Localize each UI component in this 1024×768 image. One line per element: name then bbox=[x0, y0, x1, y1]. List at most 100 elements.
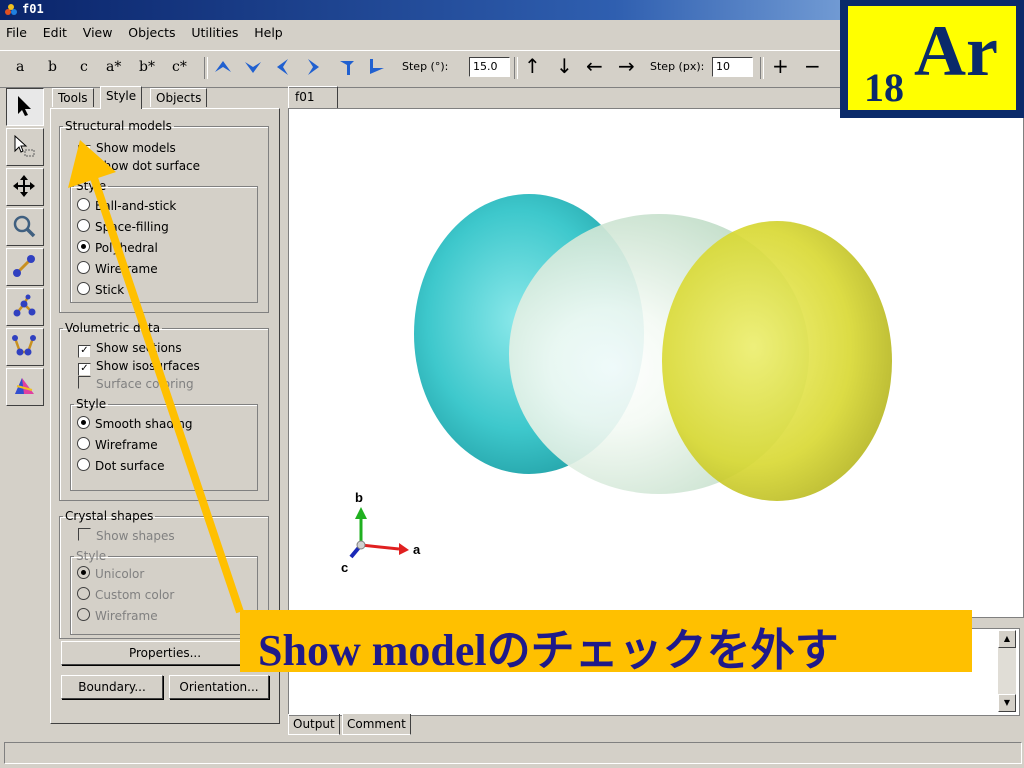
dihedral-tool[interactable] bbox=[6, 328, 44, 366]
axis-c-label: c bbox=[341, 560, 348, 575]
isosurface-render: a b c bbox=[341, 194, 892, 575]
magnify-tool[interactable] bbox=[6, 208, 44, 246]
caption-text: Show modelのチェックを外す bbox=[258, 626, 839, 675]
area-select-tool[interactable] bbox=[6, 128, 44, 166]
element-symbol: Ar bbox=[914, 11, 998, 91]
scroll-down-icon[interactable]: ▼ bbox=[998, 694, 1016, 712]
rotate-ccw-icon[interactable] bbox=[336, 56, 358, 78]
show-models-checkbox[interactable]: ✓ Show models bbox=[78, 139, 176, 158]
radio-wireframe[interactable]: Wireframe bbox=[77, 260, 158, 278]
rotate-cw-icon[interactable] bbox=[366, 56, 388, 78]
axis-b-label: b bbox=[355, 490, 363, 505]
menu-utilities[interactable]: Utilities bbox=[185, 22, 244, 40]
menu-file[interactable]: File bbox=[0, 22, 33, 40]
show-dot-surface-checkbox[interactable]: Show dot surface bbox=[78, 157, 200, 175]
translate-right-icon[interactable]: → bbox=[618, 54, 635, 78]
tab-f01[interactable]: f01 bbox=[288, 86, 338, 108]
rotate-right-icon[interactable] bbox=[302, 56, 324, 78]
structural-style-group: Style Ball-and-stick Space-filling Polyh… bbox=[70, 179, 258, 303]
pointer-icon bbox=[18, 96, 31, 116]
view-b-button[interactable]: b bbox=[48, 59, 57, 75]
dihedral-angle-icon bbox=[12, 335, 36, 356]
zoom-out-button[interactable]: − bbox=[804, 54, 821, 78]
radio-label: Stick bbox=[95, 283, 125, 297]
move-icon bbox=[13, 175, 35, 197]
volumetric-data-legend: Volumetric data bbox=[65, 321, 161, 335]
show-dot-surface-label: Show dot surface bbox=[96, 159, 201, 173]
radio-vol-wireframe[interactable]: Wireframe bbox=[77, 436, 158, 454]
radio-polyhedral[interactable]: Polyhedral bbox=[77, 239, 158, 257]
volumetric-style-group: Style Smooth shading Wireframe Dot surfa… bbox=[70, 397, 258, 491]
radio-label: Wireframe bbox=[95, 438, 158, 452]
step-px-input[interactable]: 10 bbox=[712, 57, 753, 77]
boundary-button[interactable]: Boundary... bbox=[61, 675, 163, 699]
menu-edit[interactable]: Edit bbox=[37, 22, 73, 40]
menu-help[interactable]: Help bbox=[248, 22, 289, 40]
tab-style[interactable]: Style bbox=[100, 86, 143, 109]
show-shapes-label: Show shapes bbox=[96, 529, 175, 543]
properties-button[interactable]: Properties... bbox=[61, 641, 269, 665]
toolbar-separator bbox=[204, 57, 208, 79]
tool-palette bbox=[6, 86, 46, 406]
status-bar bbox=[4, 742, 1022, 764]
select-tool[interactable] bbox=[6, 88, 44, 126]
radio-label: Unicolor bbox=[95, 567, 145, 581]
lattice-plane-tool[interactable] bbox=[6, 368, 44, 406]
radio-stick[interactable]: Stick bbox=[77, 281, 124, 299]
view-bstar-button[interactable]: b* bbox=[139, 59, 155, 75]
angle-tool[interactable] bbox=[6, 288, 44, 326]
show-sections-checkbox[interactable]: ✓ Show sections bbox=[78, 339, 182, 358]
instruction-caption: Show modelのチェックを外す bbox=[240, 610, 972, 675]
menu-view[interactable]: View bbox=[77, 22, 119, 40]
rotate-up-icon[interactable] bbox=[212, 56, 234, 78]
radio-ball-and-stick[interactable]: Ball-and-stick bbox=[77, 197, 176, 215]
radio-label: Space-filling bbox=[95, 220, 169, 234]
crystal-shapes-legend: Crystal shapes bbox=[65, 509, 154, 523]
step-deg-input[interactable]: 15.0 bbox=[469, 57, 510, 77]
pointer-box-icon bbox=[14, 134, 35, 157]
radio-space-filling[interactable]: Space-filling bbox=[77, 218, 169, 236]
radio-label: Polyhedral bbox=[95, 241, 158, 255]
output-scrollbar[interactable]: ▲ ▼ bbox=[998, 630, 1016, 712]
translate-down-icon[interactable]: ↓ bbox=[556, 54, 573, 78]
show-models-label: Show models bbox=[96, 141, 176, 155]
show-isosurfaces-checkbox[interactable]: ✓ Show isosurfaces bbox=[78, 357, 200, 376]
rotate-left-icon[interactable] bbox=[272, 56, 294, 78]
structure-viewer[interactable]: a b c bbox=[288, 108, 1024, 618]
orientation-button[interactable]: Orientation... bbox=[169, 675, 269, 699]
view-astar-button[interactable]: a* bbox=[106, 59, 121, 75]
toolbar-separator bbox=[514, 57, 518, 79]
structural-models-group: Structural models ✓ Show models Show dot … bbox=[59, 119, 269, 313]
translate-up-icon[interactable]: ↑ bbox=[524, 54, 541, 78]
tab-objects[interactable]: Objects bbox=[150, 88, 208, 107]
zoom-in-button[interactable]: + bbox=[772, 54, 789, 78]
rotate-down-icon[interactable] bbox=[242, 56, 264, 78]
radio-dot-surface[interactable]: Dot surface bbox=[77, 457, 164, 475]
bond-length-icon bbox=[13, 255, 35, 277]
menu-objects[interactable]: Objects bbox=[122, 22, 181, 40]
translate-tool[interactable] bbox=[6, 168, 44, 206]
axis-indicator: a b c bbox=[341, 490, 421, 575]
distance-tool[interactable] bbox=[6, 248, 44, 286]
radio-label: Dot surface bbox=[95, 459, 165, 473]
translate-left-icon[interactable]: ← bbox=[586, 54, 603, 78]
surface-coloring-label: Surface coloring bbox=[96, 377, 194, 391]
radio-smooth-shading[interactable]: Smooth shading bbox=[77, 415, 193, 433]
app-icon bbox=[5, 4, 17, 15]
view-a-button[interactable]: a bbox=[16, 59, 24, 75]
tab-output[interactable]: Output bbox=[288, 714, 340, 735]
step-deg-label: Step (°): bbox=[402, 60, 449, 73]
scroll-up-icon[interactable]: ▲ bbox=[998, 630, 1016, 648]
radio-label: Smooth shading bbox=[95, 417, 193, 431]
view-cstar-button[interactable]: c* bbox=[172, 59, 187, 75]
element-badge: 18 Ar bbox=[840, 0, 1024, 118]
atomic-number: 18 bbox=[864, 65, 904, 110]
radio-label: Ball-and-stick bbox=[95, 199, 177, 213]
volumetric-data-group: Volumetric data ✓ Show sections ✓ Show iso… bbox=[59, 321, 269, 501]
tab-comment[interactable]: Comment bbox=[342, 714, 411, 735]
tab-tools[interactable]: Tools bbox=[52, 88, 94, 107]
view-c-button[interactable]: c bbox=[80, 59, 88, 75]
structural-style-legend: Style bbox=[76, 179, 107, 193]
radio-custom-color: Custom color bbox=[77, 586, 174, 604]
step-px-label: Step (px): bbox=[650, 60, 705, 73]
